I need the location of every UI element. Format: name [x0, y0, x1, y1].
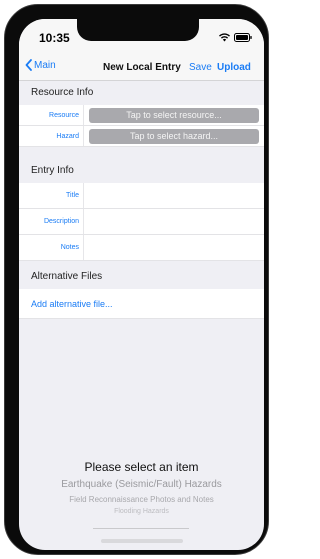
- home-indicator[interactable]: [101, 539, 183, 543]
- resource-row: Resource Tap to select resource...: [19, 105, 264, 126]
- title-field[interactable]: [85, 185, 260, 206]
- item-picker[interactable]: Please select an item Earthquake (Seismi…: [19, 457, 264, 533]
- picker-divider: [93, 528, 189, 529]
- picker-option[interactable]: Earthquake (Seismic/Fault) Hazards: [19, 479, 264, 490]
- notes-field[interactable]: [85, 237, 260, 258]
- notes-row: Notes: [19, 235, 264, 261]
- device-notch: [77, 19, 199, 41]
- row-divider: [83, 235, 84, 260]
- row-divider: [83, 209, 84, 234]
- hazard-label: Hazard: [56, 133, 79, 140]
- navigation-bar: Main New Local Entry Save Upload: [19, 55, 264, 81]
- section-header-entry-info: Entry Info: [19, 159, 264, 183]
- page-title: New Local Entry: [103, 62, 181, 73]
- battery-icon: [234, 32, 252, 42]
- add-alternative-file-button[interactable]: Add alternative file...: [31, 299, 113, 309]
- app-screen: 10:35 Main New Local Entry Save Upload R…: [19, 19, 264, 550]
- section-header-alternative-files: Alternative Files: [19, 265, 264, 289]
- add-file-row: Add alternative file...: [19, 289, 264, 319]
- notes-label: Notes: [60, 244, 79, 251]
- picker-option[interactable]: Field Reconnaissance Photos and Notes: [19, 495, 264, 504]
- wifi-icon: [219, 32, 230, 42]
- device-frame: 10:35 Main New Local Entry Save Upload R…: [4, 4, 269, 555]
- chevron-left-icon: [25, 59, 32, 71]
- hazard-row: Hazard Tap to select hazard...: [19, 126, 264, 147]
- description-field[interactable]: [85, 211, 260, 232]
- description-row: Description: [19, 209, 264, 235]
- select-resource-button[interactable]: Tap to select resource...: [89, 108, 259, 123]
- section-header-resource-info: Resource Info: [19, 81, 264, 105]
- description-label: Description: [43, 218, 79, 225]
- row-divider: [83, 183, 84, 208]
- row-divider: [83, 126, 84, 146]
- save-button[interactable]: Save: [189, 62, 212, 73]
- back-button-label: Main: [34, 59, 56, 71]
- title-label: Title: [66, 192, 79, 199]
- resource-label: Resource: [49, 112, 79, 119]
- status-bar: 10:35: [19, 19, 264, 55]
- row-divider: [83, 105, 84, 125]
- status-time: 10:35: [39, 31, 70, 45]
- upload-button[interactable]: Upload: [217, 62, 251, 73]
- picker-selected-item[interactable]: Please select an item: [19, 460, 264, 474]
- title-row: Title: [19, 183, 264, 209]
- back-button[interactable]: Main: [25, 59, 56, 71]
- picker-option[interactable]: Flooding Hazards: [19, 508, 264, 515]
- status-icons: [219, 31, 252, 43]
- select-hazard-button[interactable]: Tap to select hazard...: [89, 129, 259, 144]
